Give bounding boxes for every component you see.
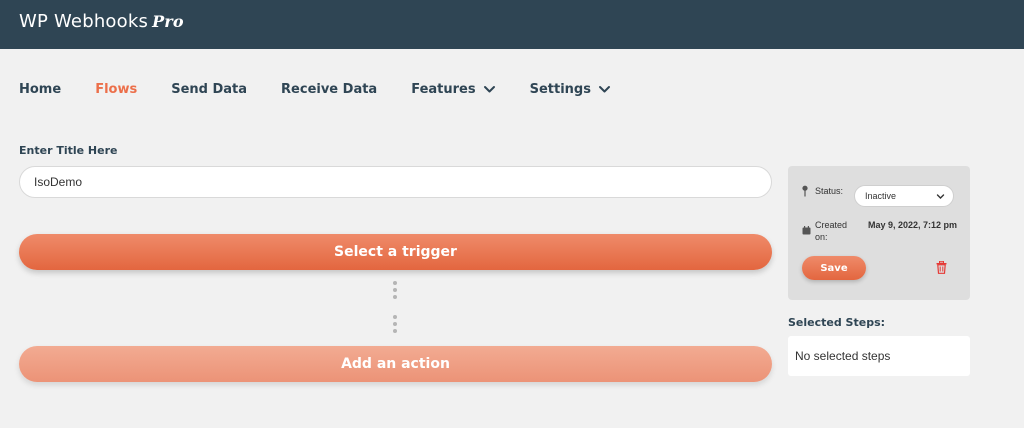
trash-icon[interactable] [936,261,947,274]
title-field-label: Enter Title Here [19,144,118,157]
no-steps-text: No selected steps [795,349,891,363]
created-value: May 9, 2022, 7:12 pm [868,220,958,230]
flow-title-input[interactable] [19,166,772,198]
brand-name: WP Webhooks [19,11,149,32]
chevron-down-icon [483,85,495,92]
main-nav: Home Flows Send Data Receive Data Featur… [19,80,645,98]
chevron-down-icon [598,85,610,92]
top-header: WP Webhooks Pro [0,0,1024,49]
nav-settings[interactable]: Settings [530,82,611,97]
status-label: Status: [815,186,844,196]
nav-home-label: Home [19,81,62,97]
status-value: Inactive [865,191,897,201]
add-action-button[interactable]: Add an action [19,346,772,382]
selected-steps-box: No selected steps [788,336,970,376]
status-select[interactable]: Inactive [854,185,954,207]
select-trigger-button[interactable]: Select a trigger [19,234,772,270]
nav-flows[interactable]: Flows [95,82,137,97]
save-button[interactable]: Save [802,256,866,280]
brand-logo[interactable]: WP Webhooks Pro [19,11,184,32]
selected-steps-label: Selected Steps: [788,316,886,329]
nav-home[interactable]: Home [19,82,61,97]
nav-receive-data[interactable]: Receive Data [281,82,377,97]
nav-receive-data-label: Receive Data [281,81,378,97]
chevron-down-icon [936,194,945,199]
brand-pro: Pro [152,12,184,31]
nav-features-label: Features [411,81,476,97]
nav-features[interactable]: Features [411,82,495,97]
connector-dots [393,281,397,302]
status-row: Status: [801,185,843,197]
flow-settings-card: Status: Inactive Created on: May 9, 2022… [788,166,970,300]
nav-settings-label: Settings [529,81,591,97]
created-label: Created on: [815,220,848,242]
nav-send-data[interactable]: Send Data [171,82,247,97]
connector-dots [393,315,397,336]
nav-send-data-label: Send Data [171,81,248,97]
calendar-icon [802,226,811,235]
nav-flows-label: Flows [95,81,138,97]
pin-icon [802,185,808,197]
